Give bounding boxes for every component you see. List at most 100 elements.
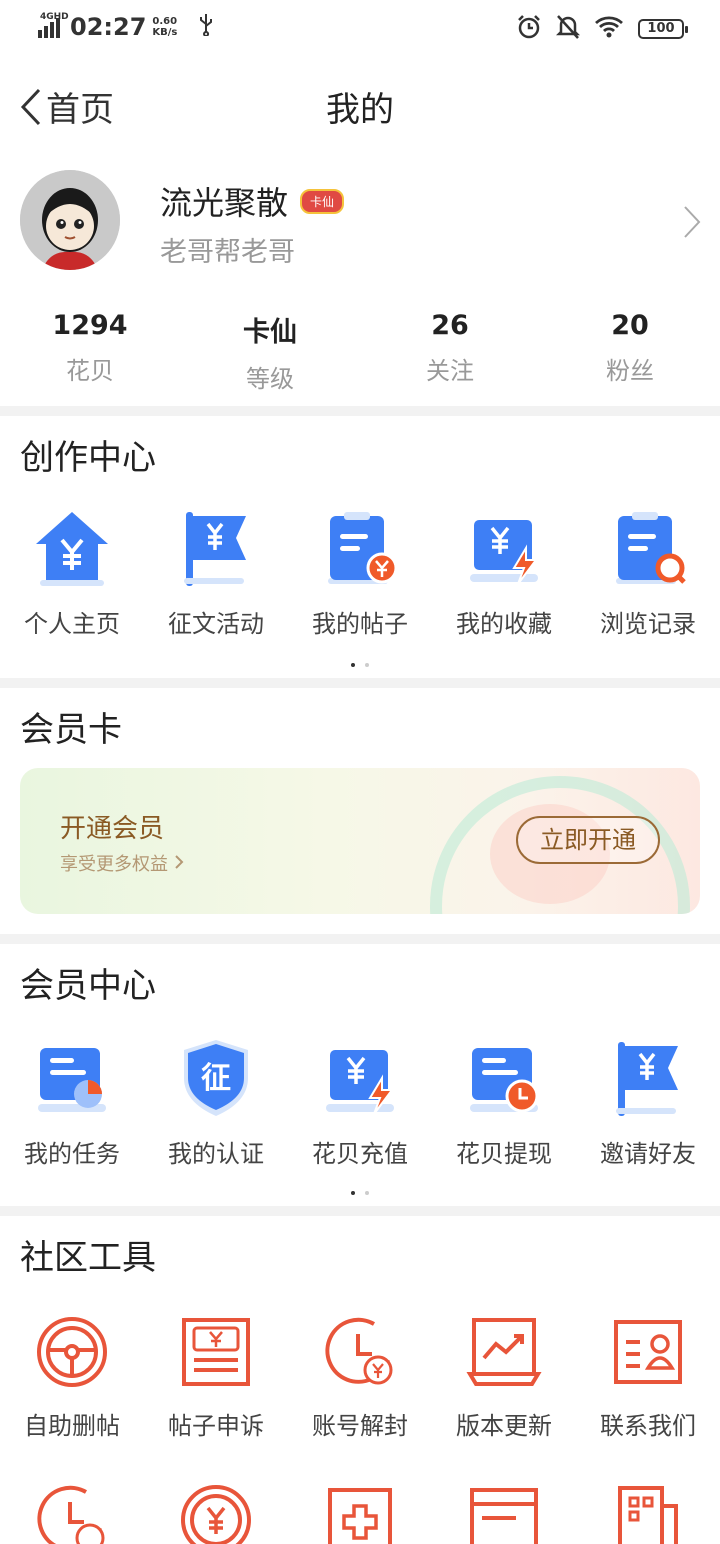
- section-divider: [0, 934, 720, 944]
- grid-item-version-update[interactable]: 版本更新: [432, 1314, 576, 1441]
- section-divider: [0, 406, 720, 416]
- grid-item-label: 花贝提现: [456, 1140, 552, 1168]
- card-icon: [470, 1488, 538, 1544]
- recharge-icon: [326, 1050, 394, 1115]
- grid-item-recharge[interactable]: 花贝充值: [288, 1038, 432, 1169]
- network-speed: 0.60 KB/s: [152, 16, 177, 38]
- grid-item-homepage[interactable]: 个人主页: [0, 508, 144, 639]
- speed-value: 0.60: [152, 15, 178, 27]
- page-dot: [365, 663, 369, 667]
- grid-item-account-unban[interactable]: 账号解封: [288, 1314, 432, 1441]
- invite-flag-icon: [616, 1042, 678, 1116]
- history-icon: [616, 512, 686, 584]
- community-tools-grid-row2: [0, 1482, 720, 1544]
- status-bar: 4GHD 02:27 0.60 KB/s 100: [0, 0, 720, 56]
- section-divider: [0, 1206, 720, 1216]
- grid-item-favorites[interactable]: 我的收藏: [432, 508, 576, 639]
- contact-card-icon: [614, 1320, 682, 1384]
- grid-item-label: 我的任务: [24, 1140, 120, 1168]
- creation-grid: 个人主页 征文活动 我的帖子 我的收藏 浏览记录: [0, 508, 720, 639]
- section-title-member-card: 会员卡: [20, 710, 122, 750]
- profile-header[interactable]: 流光聚散 卡仙 老哥帮老哥: [0, 170, 720, 280]
- stat-huabei[interactable]: 1294 花贝: [0, 310, 180, 394]
- grid-item-label: 我的帖子: [312, 610, 408, 638]
- chevron-right-icon: [175, 855, 184, 869]
- signal-icon: 4GHD: [38, 12, 69, 38]
- section-divider: [0, 678, 720, 688]
- grid-item-tool-9[interactable]: [432, 1482, 576, 1544]
- task-icon: [38, 1048, 106, 1112]
- grid-item-tasks[interactable]: 我的任务: [0, 1038, 144, 1169]
- community-tools-grid: 自助删帖 帖子申诉 账号解封 版本更新 联系我们: [0, 1314, 720, 1441]
- stat-level[interactable]: 卡仙 等级: [180, 310, 360, 394]
- member-card-sub-label: 享受更多权益: [60, 854, 168, 875]
- stat-value: 卡仙: [243, 317, 297, 348]
- grid-item-label: 花贝充值: [312, 1140, 408, 1168]
- grid-item-verification[interactable]: 征 我的认证: [144, 1038, 288, 1169]
- grid-item-tool-7[interactable]: [144, 1482, 288, 1544]
- member-card[interactable]: 开通会员 享受更多权益 立即开通: [20, 768, 700, 914]
- alarm-icon: [516, 14, 542, 44]
- grid-item-essay-event[interactable]: 征文活动: [144, 508, 288, 639]
- grid-item-tool-10[interactable]: [576, 1482, 720, 1544]
- grid-item-my-posts[interactable]: 我的帖子: [288, 508, 432, 639]
- home-yuan-icon: [36, 512, 108, 586]
- grid-item-tool-6[interactable]: [0, 1482, 144, 1544]
- member-card-title: 开通会员: [60, 814, 165, 844]
- grid-item-label: 浏览记录: [600, 610, 696, 638]
- page-dot: [365, 1191, 369, 1195]
- network-type: 4GHD: [40, 11, 69, 22]
- stat-label: 等级: [246, 365, 294, 393]
- grid-item-post-appeal[interactable]: 帖子申诉: [144, 1314, 288, 1441]
- stats-row: 1294 花贝 卡仙 等级 26 关注 20 粉丝: [0, 310, 720, 394]
- section-title-community-tools: 社区工具: [20, 1238, 156, 1278]
- profile-name-row: 流光聚散 卡仙: [160, 178, 345, 224]
- grid-item-self-delete[interactable]: 自助删帖: [0, 1314, 144, 1441]
- nav-bar: 首页 我的: [0, 70, 720, 138]
- stat-label: 粉丝: [606, 357, 654, 385]
- update-chart-icon: [466, 1318, 542, 1386]
- grid-item-label: 帖子申诉: [168, 1412, 264, 1440]
- page-indicator: [0, 652, 720, 671]
- usb-icon: [197, 12, 215, 41]
- grid-item-label: 账号解封: [312, 1412, 408, 1440]
- grid-item-withdraw[interactable]: 花贝提现: [432, 1038, 576, 1169]
- grid-item-label: 联系我们: [600, 1412, 696, 1440]
- withdraw-icon: [470, 1048, 539, 1113]
- grid-item-label: 我的收藏: [456, 610, 552, 638]
- status-time: 02:27: [70, 12, 147, 41]
- stat-label: 关注: [426, 357, 474, 385]
- grid-item-label: 我的认证: [168, 1140, 264, 1168]
- stat-following[interactable]: 26 关注: [360, 310, 540, 394]
- page-dot-active: [351, 663, 355, 667]
- grid-item-contact-us[interactable]: 联系我们: [576, 1314, 720, 1441]
- battery-indicator: 100: [638, 19, 688, 39]
- grid-item-label: 自助删帖: [24, 1412, 120, 1440]
- member-center-grid: 我的任务 征 我的认证 花贝充值 花贝提现 邀请好友: [0, 1038, 720, 1169]
- flag-yuan-icon: [184, 512, 246, 586]
- section-title-creation: 创作中心: [20, 438, 156, 478]
- member-card-subtitle[interactable]: 享受更多权益: [60, 850, 184, 876]
- stat-value: 26: [431, 310, 469, 341]
- clock-yuan-icon: [325, 1317, 393, 1385]
- clock-yuan-icon: [37, 1485, 105, 1544]
- grid-item-label: 邀请好友: [600, 1140, 696, 1168]
- stat-label: 花贝: [66, 357, 114, 385]
- wifi-icon: [594, 15, 624, 43]
- avatar[interactable]: [20, 170, 120, 270]
- grid-item-tool-8[interactable]: [288, 1482, 432, 1544]
- favorite-icon: [470, 520, 538, 585]
- grid-item-label: 征文活动: [168, 610, 264, 638]
- mute-bell-icon: [555, 14, 581, 44]
- grid-item-history[interactable]: 浏览记录: [576, 508, 720, 639]
- level-badge: 卡仙: [300, 188, 345, 214]
- chevron-right-icon: [684, 206, 701, 238]
- grid-item-label: 版本更新: [456, 1412, 552, 1440]
- stat-fans[interactable]: 20 粉丝: [540, 310, 720, 394]
- speed-unit: KB/s: [152, 26, 178, 38]
- section-title-member-center: 会员中心: [20, 966, 156, 1006]
- grid-item-invite[interactable]: 邀请好友: [576, 1038, 720, 1169]
- stat-value: 1294: [52, 310, 128, 341]
- activate-membership-button[interactable]: 立即开通: [516, 816, 660, 864]
- stat-value: 20: [611, 310, 649, 341]
